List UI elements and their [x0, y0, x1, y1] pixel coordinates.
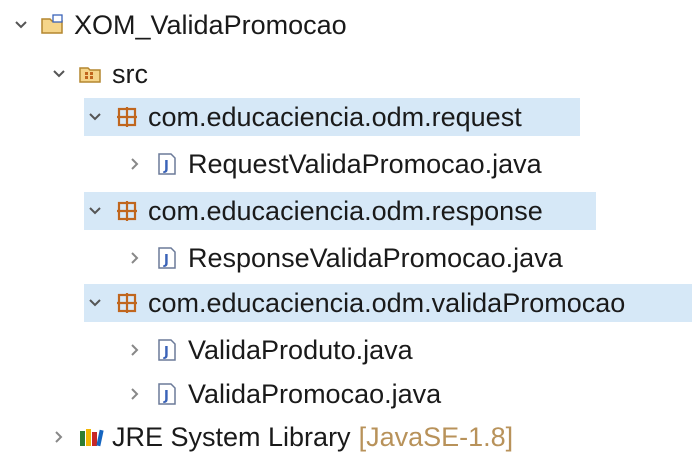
tree-item-label: ValidaProduto.java: [188, 334, 413, 365]
tree-item-label: com.educaciencia.odm.validaPromocao: [148, 287, 626, 318]
tree-item-package-validapromocao[interactable]: com.educaciencia.odm.validaPromocao: [84, 284, 692, 322]
java-file-icon: J: [154, 151, 180, 177]
tree-item-label: ResponseValidaPromocao.java: [188, 242, 563, 273]
tree-item-label: ValidaPromocao.java: [188, 378, 442, 409]
java-file-icon: J: [154, 245, 180, 271]
tree-item-label: com.educaciencia.odm.request: [148, 101, 522, 132]
project-folder-icon: [40, 12, 66, 38]
chevron-down-icon[interactable]: [84, 292, 106, 314]
tree-item-label: com.educaciencia.odm.response: [148, 195, 543, 226]
tree-item-project[interactable]: XOM_ValidaPromocao: [10, 6, 347, 44]
project-explorer-tree: XOM_ValidaPromocao src com.educaciencia.…: [0, 0, 696, 457]
chevron-right-icon[interactable]: [124, 339, 146, 361]
tree-item-file[interactable]: J ValidaProduto.java: [124, 331, 413, 369]
chevron-right-icon[interactable]: [124, 153, 146, 175]
tree-item-file[interactable]: J RequestValidaPromocao.java: [124, 145, 542, 183]
tree-item-package-response[interactable]: com.educaciencia.odm.response: [84, 192, 596, 230]
tree-item-label: XOM_ValidaPromocao: [74, 9, 347, 40]
svg-text:J: J: [163, 389, 169, 404]
tree-item-label: JRE System Library: [112, 421, 351, 452]
svg-text:J: J: [163, 159, 169, 174]
tree-item-label: src: [112, 58, 148, 89]
package-icon: [114, 104, 140, 130]
tree-item-file[interactable]: J ResponseValidaPromocao.java: [124, 239, 563, 277]
library-version-decoration: [JavaSE-1.8]: [358, 421, 514, 452]
package-icon: [114, 198, 140, 224]
chevron-down-icon[interactable]: [84, 200, 106, 222]
chevron-right-icon[interactable]: [48, 426, 70, 448]
svg-text:J: J: [163, 253, 169, 268]
tree-item-package-request[interactable]: com.educaciencia.odm.request: [84, 98, 580, 136]
library-icon: [78, 424, 104, 450]
svg-text:J: J: [163, 345, 169, 360]
source-folder-icon: [78, 61, 104, 87]
chevron-right-icon[interactable]: [124, 247, 146, 269]
tree-item-library[interactable]: JRE System Library [JavaSE-1.8]: [48, 418, 513, 456]
tree-item-label: RequestValidaPromocao.java: [188, 148, 542, 179]
package-icon: [114, 290, 140, 316]
tree-item-src[interactable]: src: [48, 55, 148, 93]
chevron-down-icon[interactable]: [84, 106, 106, 128]
chevron-down-icon[interactable]: [10, 14, 32, 36]
java-file-icon: J: [154, 337, 180, 363]
chevron-right-icon[interactable]: [124, 383, 146, 405]
tree-item-file[interactable]: J ValidaPromocao.java: [124, 375, 441, 413]
java-file-icon: J: [154, 381, 180, 407]
chevron-down-icon[interactable]: [48, 63, 70, 85]
